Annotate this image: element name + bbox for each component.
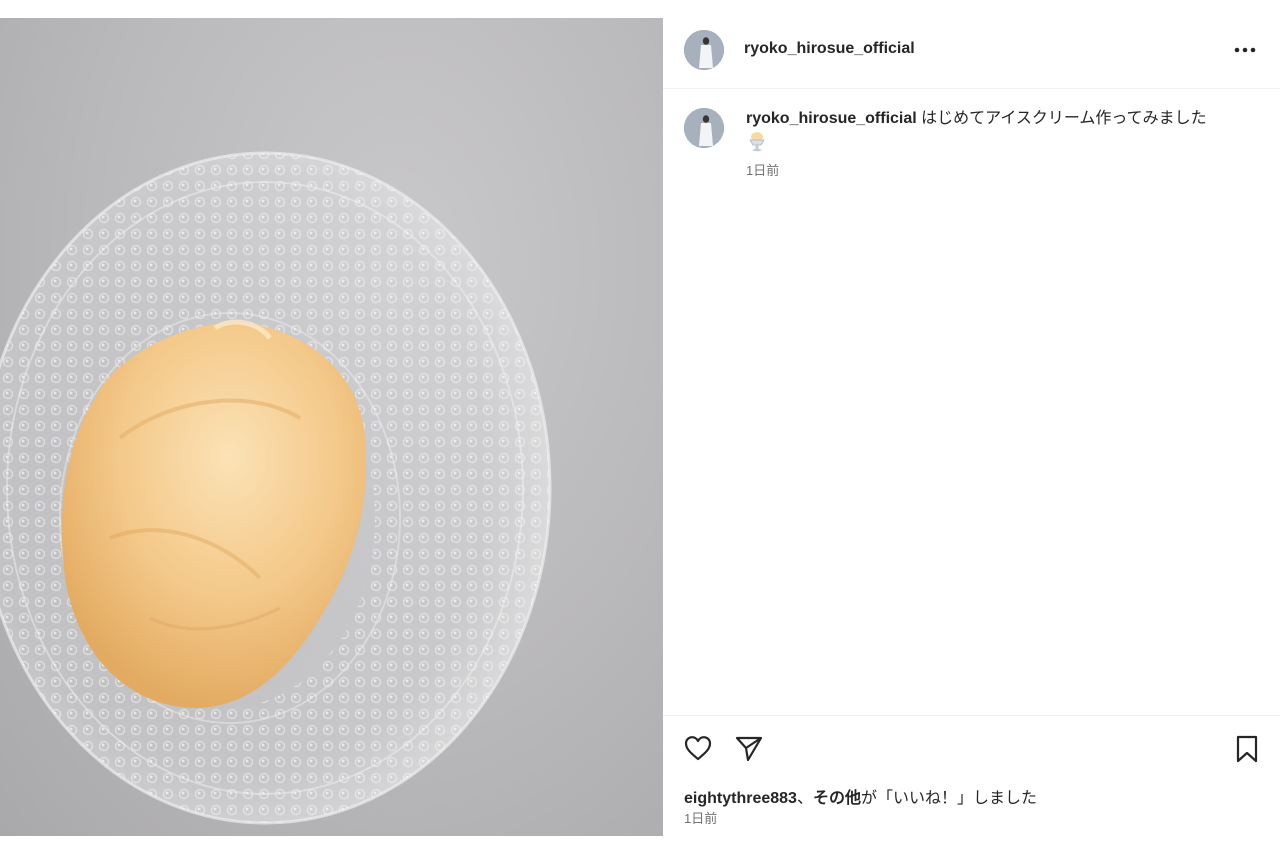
post-timestamp[interactable]: 1日前 [684,808,717,827]
likes-suffix: が「いいね！」しました [860,790,1037,807]
post-photo[interactable] [0,18,663,836]
caption-timestamp: 1日前 [746,163,780,178]
ice-cream-photo [0,138,560,836]
post-actions [663,715,1280,837]
caption-text: ryoko_hirosue_official はじめてアイスクリーム作ってみまし… [746,108,1251,159]
ice-cream-sundae-emoji [746,130,768,159]
post-header: ryoko_hirosue_official [663,18,1280,89]
likes-summary: eightythree883、その他が「いいね！」しました [684,784,1037,808]
profile-photo [684,30,724,70]
likes-separator: 、 [796,790,813,807]
caption-avatar[interactable] [684,108,724,148]
bookmark-icon[interactable] [1234,734,1260,769]
caption-username[interactable]: ryoko_hirosue_official [746,110,917,127]
paper-plane-icon[interactable] [734,734,764,767]
avatar[interactable] [684,30,724,70]
username[interactable]: ryoko_hirosue_official [744,40,915,58]
heart-icon[interactable] [683,734,713,767]
liker-username[interactable]: eightythree883 [684,790,797,807]
post-detail-panel: ryoko_hirosue_official ryoko_hirosue_off… [663,18,1280,836]
likes-others-link[interactable]: その他 [813,790,861,807]
more-options-icon[interactable] [1230,38,1260,62]
caption-body: はじめてアイスクリーム作ってみました [921,110,1207,127]
profile-photo [684,108,724,148]
